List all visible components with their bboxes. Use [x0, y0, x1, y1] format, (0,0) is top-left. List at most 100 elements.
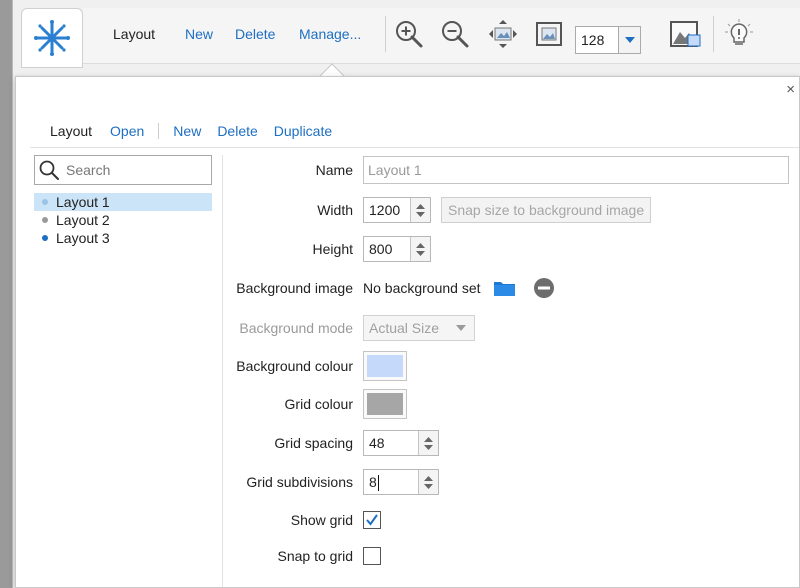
- show-grid-row: Show grid: [223, 505, 799, 535]
- toolbar-new-link[interactable]: New: [185, 26, 213, 42]
- popup-toolbar: Layout Open New Delete Duplicate: [50, 121, 332, 141]
- stepper-arrows[interactable]: [410, 198, 430, 222]
- layout-list-pane: Search Layout 1 Layout 2 Layout 3: [30, 155, 222, 587]
- spin-up-icon: [424, 475, 433, 481]
- toolbar-divider: [158, 123, 160, 139]
- close-icon[interactable]: ×: [786, 81, 795, 98]
- spin-up-icon: [416, 203, 425, 209]
- open-link[interactable]: Open: [110, 123, 144, 139]
- background-mode-label: Background mode: [239, 320, 353, 336]
- toolbar-layout-label[interactable]: Layout: [113, 26, 155, 42]
- toolbar-manage-link[interactable]: Manage...: [299, 26, 361, 42]
- background-mode-select[interactable]: Actual Size: [363, 315, 475, 341]
- grid-colour-button[interactable]: [363, 389, 407, 419]
- height-value[interactable]: 800: [364, 237, 410, 261]
- main-toolbar: Layout New Delete Manage... 128: [83, 8, 800, 64]
- spin-down-icon: [424, 444, 433, 450]
- text-cursor: [377, 475, 379, 492]
- zoom-out-icon: [442, 21, 469, 48]
- fit-to-window-button[interactable]: [487, 18, 519, 50]
- snap-to-grid-checkbox[interactable]: [363, 547, 381, 565]
- name-field[interactable]: Layout 1: [363, 156, 789, 184]
- background-mode-row: Background mode Actual Size: [223, 313, 799, 343]
- folder-icon[interactable]: [493, 278, 517, 298]
- duplicate-link[interactable]: Duplicate: [274, 123, 332, 139]
- background-colour-button[interactable]: [363, 351, 407, 381]
- width-value[interactable]: 1200: [364, 198, 410, 222]
- snap-to-grid-row: Snap to grid: [223, 541, 799, 571]
- list-item-label: Layout 3: [56, 230, 110, 246]
- checkmark-icon: [366, 514, 378, 526]
- tips-button[interactable]: [723, 18, 755, 50]
- actual-size-icon: [536, 22, 562, 46]
- status-bullet: [42, 235, 48, 241]
- remove-icon[interactable]: [533, 277, 555, 299]
- background-image-value: No background set: [363, 280, 481, 296]
- app-logo-icon: [34, 20, 70, 56]
- zoom-out-button[interactable]: [439, 18, 471, 50]
- grid-spacing-row: Grid spacing 48: [223, 428, 799, 458]
- snap-to-grid-label: Snap to grid: [277, 548, 354, 564]
- new-link[interactable]: New: [173, 123, 201, 139]
- layout-properties-form: Name Layout 1 Width 1200 Snap size to ba…: [223, 155, 799, 587]
- search-input[interactable]: Search: [34, 155, 212, 185]
- zoom-in-icon: [396, 21, 423, 48]
- grid-subdivisions-field[interactable]: 8: [364, 470, 418, 494]
- background-colour-label: Background colour: [236, 358, 353, 374]
- grid-subdivisions-stepper[interactable]: 8: [363, 469, 439, 495]
- background-image-button[interactable]: [669, 18, 701, 50]
- grid-spacing-stepper[interactable]: 48: [363, 430, 439, 456]
- stepper-arrows[interactable]: [418, 431, 438, 455]
- zoom-dropdown-icon: [624, 37, 635, 43]
- background-mode-value: Actual Size: [369, 320, 440, 336]
- height-row: Height 800: [223, 234, 799, 264]
- layout-list: Layout 1 Layout 2 Layout 3: [34, 193, 212, 247]
- background-colour-swatch: [367, 355, 403, 377]
- chevron-down-icon: [456, 325, 466, 331]
- app-logo[interactable]: [21, 8, 83, 68]
- spin-up-icon: [424, 436, 433, 442]
- fit-to-window-icon: [489, 20, 517, 48]
- list-item-label: Layout 1: [56, 194, 110, 210]
- zoom-select[interactable]: 128: [575, 26, 641, 54]
- grid-spacing-value[interactable]: 48: [364, 431, 418, 455]
- grid-subdivisions-label: Grid subdivisions: [246, 474, 353, 490]
- show-grid-checkbox[interactable]: [363, 511, 381, 529]
- spin-down-icon: [416, 250, 425, 256]
- height-stepper[interactable]: 800: [363, 236, 431, 262]
- list-item[interactable]: Layout 1: [34, 193, 212, 211]
- lightbulb-icon: [725, 19, 753, 45]
- header-divider: [30, 147, 799, 148]
- stepper-arrows[interactable]: [418, 470, 438, 494]
- toolbar-separator: [385, 16, 386, 52]
- width-label: Width: [317, 202, 353, 218]
- stepper-arrows[interactable]: [410, 237, 430, 261]
- show-grid-label: Show grid: [290, 512, 353, 528]
- width-stepper[interactable]: 1200: [363, 197, 431, 223]
- toolbar-delete-link[interactable]: Delete: [235, 26, 275, 42]
- height-label: Height: [312, 241, 353, 257]
- grid-colour-row: Grid colour: [223, 389, 799, 419]
- grid-spacing-label: Grid spacing: [274, 435, 353, 451]
- zoom-dropdown-button[interactable]: [618, 27, 640, 53]
- status-bullet: [42, 217, 48, 223]
- actual-size-button[interactable]: [533, 18, 565, 50]
- delete-link[interactable]: Delete: [217, 123, 257, 139]
- name-label: Name: [315, 162, 353, 178]
- manage-layouts-popup: × Layout Open New Delete Duplicate Searc…: [15, 76, 800, 588]
- zoom-value: 128: [581, 32, 605, 48]
- snap-size-button[interactable]: Snap size to background image: [441, 197, 652, 223]
- list-item[interactable]: Layout 2: [34, 211, 212, 229]
- status-bullet: [42, 199, 48, 205]
- background-colour-row: Background colour: [223, 351, 799, 381]
- grid-colour-swatch: [367, 393, 403, 415]
- list-item[interactable]: Layout 3: [34, 229, 212, 247]
- grid-subdivisions-value: 8: [369, 474, 377, 490]
- name-row: Name Layout 1: [223, 155, 799, 185]
- background-image-label: Background image: [236, 280, 353, 296]
- spin-down-icon: [424, 483, 433, 489]
- zoom-in-button[interactable]: [393, 18, 425, 50]
- background-image-row: Background image No background set: [223, 273, 799, 303]
- background-image-icon: [670, 21, 701, 47]
- search-icon: [39, 160, 59, 180]
